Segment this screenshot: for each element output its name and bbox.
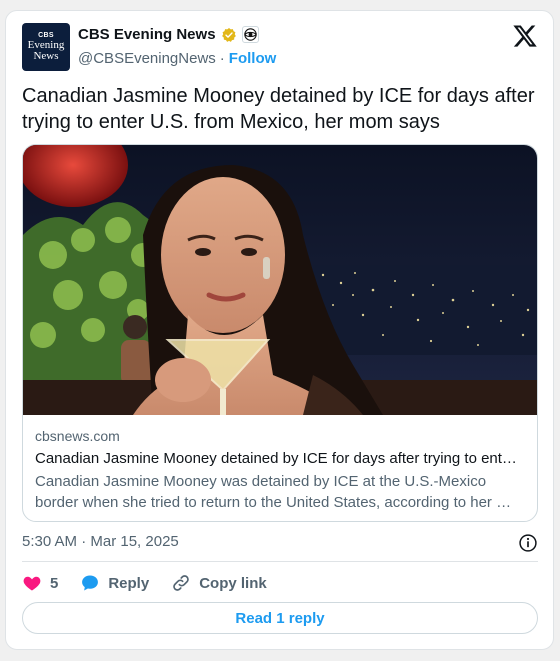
verified-badge-icon (221, 27, 236, 42)
timestamp[interactable]: 5:30 AM · Mar 15, 2025 (22, 533, 179, 550)
link-title[interactable]: Canadian Jasmine Mooney detained by ICE … (35, 450, 525, 467)
separator-dot: · (219, 50, 225, 67)
like-count: 5 (50, 574, 59, 592)
avatar-line-1: CBS (38, 32, 54, 39)
handle[interactable]: @CBSEveningNews (78, 50, 216, 67)
link-domain: cbsnews.com (35, 428, 120, 444)
reply-label: Reply (108, 574, 150, 592)
link-info: cbsnews.com Canadian Jasmine Mooney deta… (35, 428, 525, 513)
copy-link-label: Copy link (199, 574, 267, 592)
heart-icon (23, 576, 41, 591)
x-logo-icon[interactable] (512, 23, 538, 49)
info-icon[interactable] (518, 533, 538, 553)
link-description: Canadian Jasmine Mooney was detained by … (35, 473, 512, 511)
avatar[interactable]: CBS Evening News (22, 23, 70, 71)
read-replies-button[interactable]: Read 1 reply (22, 602, 538, 634)
avatar-line-3: News (33, 50, 59, 62)
divider (22, 561, 538, 562)
reply-action[interactable]: Reply (80, 573, 149, 593)
tweet-header: CBS Evening News CBS Evening News @CBSEv… (22, 23, 538, 73)
handle-row: @CBSEveningNews · Follow (78, 50, 276, 67)
reply-bubble-icon (82, 575, 99, 591)
article-photo[interactable] (23, 145, 538, 415)
tweet-text: Canadian Jasmine Mooney detained by ICE … (22, 85, 535, 133)
like-button[interactable]: 5 (22, 573, 58, 593)
timestamp-row: 5:30 AM · Mar 15, 2025 (22, 533, 538, 553)
cbs-eye-icon (241, 26, 259, 43)
follow-button[interactable]: Follow (229, 50, 277, 67)
name-row: CBS Evening News (78, 26, 259, 43)
display-name[interactable]: CBS Evening News (78, 26, 216, 43)
link-icon (173, 575, 189, 591)
copy-link-button[interactable]: Copy link (171, 573, 267, 593)
link-card[interactable]: cbsnews.com Canadian Jasmine Mooney deta… (22, 144, 538, 522)
tweet-card: CBS Evening News CBS Evening News @CBSEv… (5, 10, 554, 650)
action-bar: 5 Reply Copy link (22, 572, 538, 594)
